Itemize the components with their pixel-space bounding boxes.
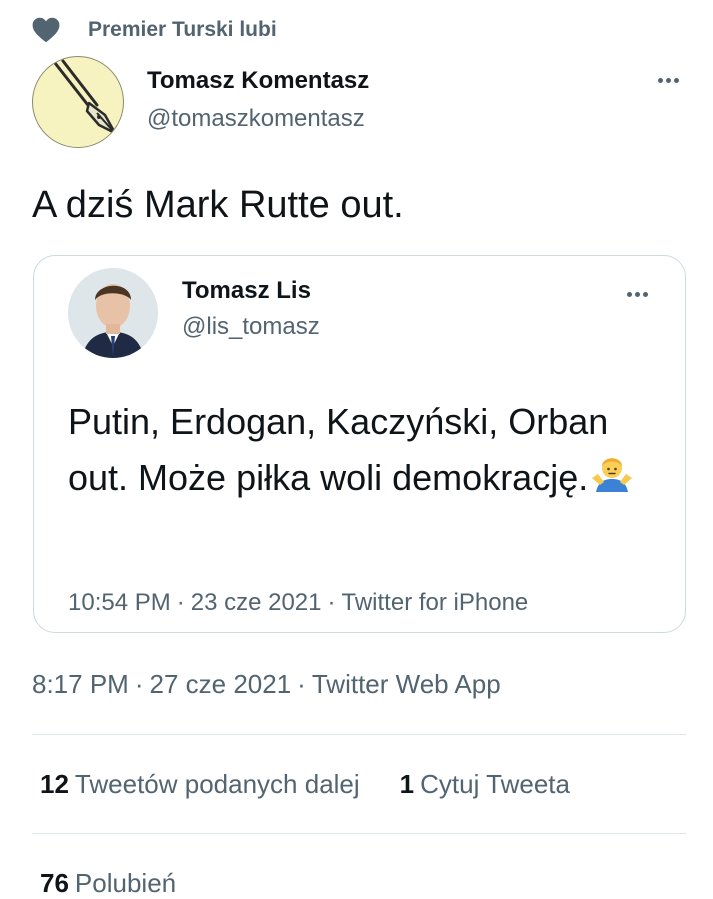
- tweet-source[interactable]: Twitter Web App: [312, 669, 501, 699]
- quoted-more-options-button[interactable]: [619, 280, 655, 308]
- quoted-tweet-date[interactable]: 23 cze 2021: [191, 589, 322, 616]
- quoted-tweet-time[interactable]: 10:54 PM: [68, 589, 171, 616]
- more-icon: [657, 77, 679, 83]
- quotes-count: 1: [399, 769, 415, 799]
- quotes-label: Cytuj Tweeta: [420, 769, 570, 799]
- separator: ·: [297, 669, 306, 699]
- author-handle[interactable]: @tomaszkomentasz: [147, 104, 369, 134]
- tweet-time[interactable]: 8:17 PM: [32, 669, 129, 699]
- quoted-author-avatar[interactable]: [68, 268, 158, 358]
- likes-stat[interactable]: 76 Polubień: [40, 867, 176, 899]
- quoted-tweet-card[interactable]: Tomasz Lis @lis_tomasz Putin, Erdogan, K…: [33, 255, 686, 633]
- quoted-tweet-text: Putin, Erdogan, Kaczyński, Orban out. Mo…: [68, 394, 658, 506]
- stats-row: 12 Tweetów podanych dalej 1 Cytuj Tweeta: [40, 768, 570, 800]
- separator: ·: [176, 589, 185, 616]
- retweets-label: Tweetów podanych dalej: [74, 769, 360, 799]
- tweet-text: A dziś Mark Rutte out.: [32, 184, 404, 226]
- quoted-author-display-name[interactable]: Tomasz Lis: [182, 276, 320, 306]
- divider: [32, 734, 686, 735]
- tweet-author-row: Tomasz Komentasz @tomaszkomentasz: [32, 56, 686, 148]
- quotes-stat[interactable]: 1 Cytuj Tweeta: [400, 768, 570, 800]
- author-display-name[interactable]: Tomasz Komentasz: [147, 66, 369, 96]
- social-context-text[interactable]: Premier Turski lubi: [88, 18, 277, 42]
- quoted-author-handle[interactable]: @lis_tomasz: [182, 312, 320, 342]
- tweet-meta: 8:17 PM · 27 cze 2021 · Twitter Web App: [32, 668, 501, 700]
- quoted-tweet-meta: 10:54 PM · 23 cze 2021 · Twitter for iPhone: [68, 588, 528, 618]
- likes-label: Polubień: [74, 868, 177, 898]
- retweets-count: 12: [40, 769, 69, 799]
- avatar[interactable]: [32, 56, 124, 148]
- retweets-stat[interactable]: 12 Tweetów podanych dalej: [40, 768, 360, 800]
- more-icon: [626, 291, 648, 297]
- separator: ·: [134, 669, 144, 699]
- more-options-button[interactable]: [650, 66, 686, 94]
- quoted-tweet-text-content: Putin, Erdogan, Kaczyński, Orban out. Mo…: [68, 401, 609, 498]
- divider: [32, 833, 686, 834]
- fountain-pen-icon: [53, 59, 117, 135]
- social-context: Premier Turski lubi: [32, 16, 277, 44]
- person-shrugging-emoji: [590, 452, 634, 496]
- heart-icon: [32, 16, 60, 44]
- likes-count: 76: [40, 868, 69, 898]
- author-names: Tomasz Komentasz @tomaszkomentasz: [147, 66, 369, 134]
- tweet-date[interactable]: 27 cze 2021: [150, 669, 292, 699]
- quoted-author-names: Tomasz Lis @lis_tomasz: [182, 276, 320, 342]
- quoted-tweet-source[interactable]: Twitter for iPhone: [342, 589, 529, 616]
- separator: ·: [327, 589, 336, 616]
